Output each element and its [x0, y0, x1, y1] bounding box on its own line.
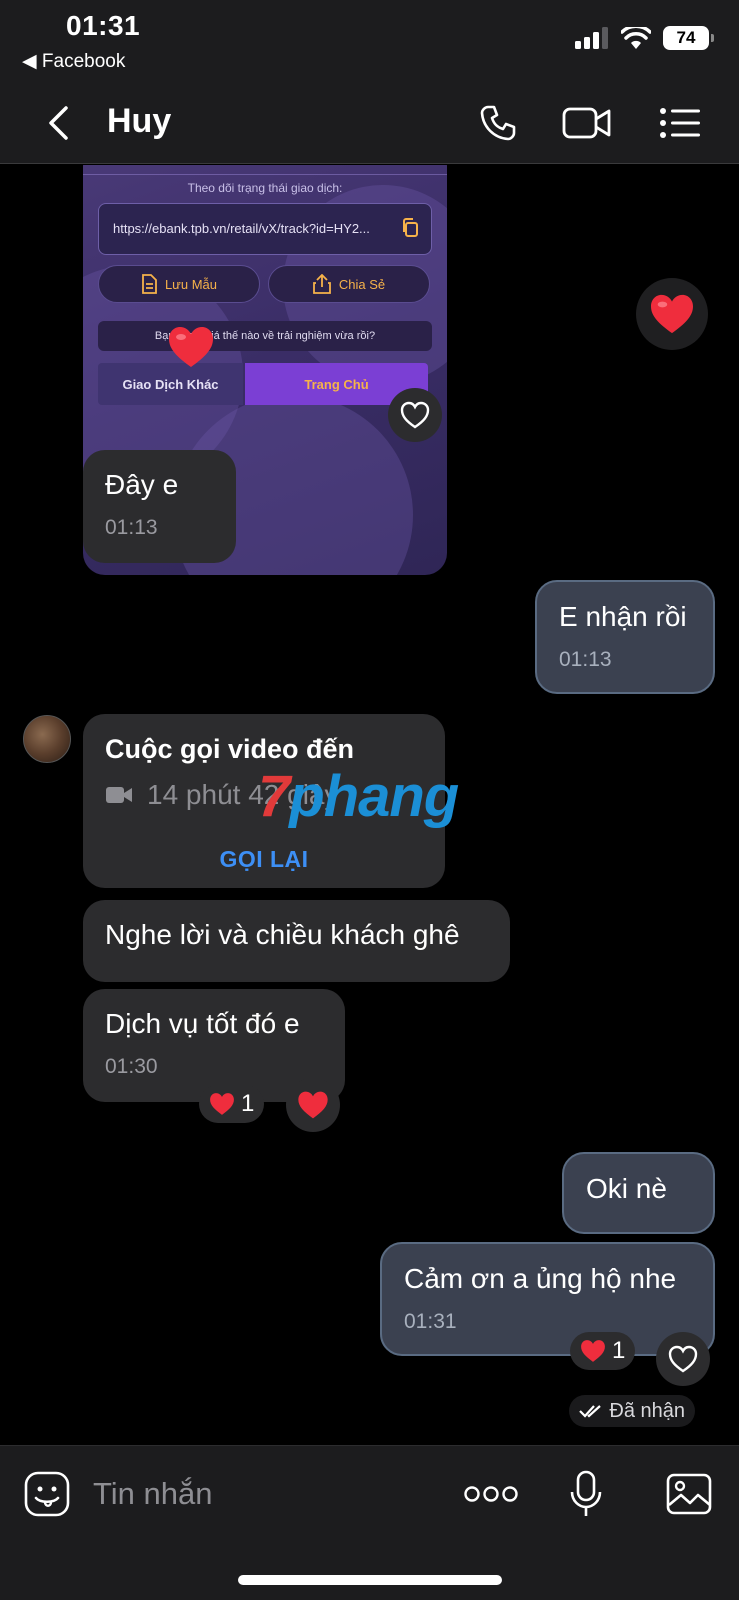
share-button: Chia Sẻ — [268, 265, 430, 303]
message-text: Nghe lời và chiều khách ghê — [105, 919, 460, 950]
watermark-logo: 7phang — [258, 763, 459, 830]
double-check-icon — [579, 1405, 602, 1418]
message-time: 01:13 — [559, 648, 612, 671]
message-text: Oki nè — [586, 1173, 667, 1204]
status-bar: 01:31 ◀ Facebook 74 — [0, 0, 739, 84]
reaction-count: 1 — [241, 1090, 255, 1117]
message-input[interactable]: Tin nhắn — [93, 1476, 213, 1512]
outgoing-message[interactable]: Oki nè — [562, 1152, 715, 1234]
message-text: Đây e — [105, 469, 179, 500]
heart-icon — [210, 1093, 234, 1115]
document-icon — [142, 274, 157, 294]
message-text: Dịch vụ tốt đó e — [105, 1008, 300, 1039]
menu-list-icon[interactable] — [659, 100, 701, 146]
heart-icon — [651, 294, 693, 334]
video-camera-icon — [106, 787, 132, 803]
message-time: 01:31 — [404, 1310, 457, 1333]
other-transaction-button: Giao Dịch Khác — [98, 363, 243, 405]
heart-icon — [298, 1091, 328, 1119]
home-indicator[interactable] — [238, 1575, 502, 1585]
video-camera-icon[interactable] — [561, 100, 613, 146]
heart-outline-icon — [400, 401, 430, 429]
feedback-prompt: Bạn đánh giá thế nào về trải nghiệm vừa … — [98, 321, 432, 351]
microphone-icon[interactable] — [568, 1468, 604, 1520]
message-text: Cảm ơn a ủng hộ nhe — [404, 1263, 677, 1294]
back-chevron-icon[interactable] — [40, 100, 76, 146]
status-icons: 74 — [575, 26, 714, 50]
share-label: Chia Sẻ — [338, 276, 386, 292]
incoming-message[interactable]: Đây e 01:13 — [83, 450, 236, 563]
watermark-part2: phang — [289, 764, 459, 829]
call-back-button[interactable]: GỌI LẠI — [105, 842, 423, 876]
track-url-field: https://ebank.tpb.vn/retail/vX/track?id=… — [98, 203, 432, 255]
heart-icon — [581, 1340, 605, 1362]
track-status-label: Theo dõi trạng thái giao dịch: — [187, 181, 343, 195]
message-time: 01:13 — [105, 516, 158, 539]
phone-icon[interactable] — [476, 100, 520, 146]
battery-indicator: 74 — [663, 26, 714, 50]
share-icon — [312, 274, 331, 294]
add-reaction-button[interactable] — [388, 388, 442, 442]
message-time: 01:30 — [105, 1055, 158, 1078]
heart-reaction-bubble[interactable] — [636, 278, 708, 350]
call-title: Cuộc gọi video đến — [105, 734, 355, 764]
watermark-part1: 7 — [258, 764, 290, 829]
incoming-message[interactable]: Nghe lời và chiều khách ghê — [83, 900, 510, 982]
copy-icon — [401, 218, 419, 241]
back-to-facebook-link[interactable]: ◀ Facebook — [22, 50, 125, 73]
status-time: 01:31 — [66, 10, 141, 41]
chat-header: Huy — [0, 84, 739, 164]
message-list[interactable]: Theo dõi trạng thái giao dịch: https://e… — [0, 165, 739, 1445]
read-status: Đã nhận — [569, 1395, 695, 1427]
contact-name[interactable]: Huy — [107, 102, 171, 141]
more-dots-icon[interactable] — [463, 1468, 519, 1520]
add-reaction-button[interactable] — [656, 1332, 710, 1386]
reaction-count-badge[interactable]: 1 — [570, 1332, 636, 1370]
save-template-button: Lưu Mẫu — [98, 265, 260, 303]
reaction-count-badge[interactable]: 1 — [199, 1085, 265, 1123]
heart-reaction-button[interactable] — [286, 1078, 340, 1132]
read-status-label: Đã nhận — [609, 1399, 685, 1422]
wifi-icon — [621, 27, 651, 49]
reaction-count: 1 — [612, 1337, 626, 1364]
save-template-label: Lưu Mẫu — [164, 276, 218, 292]
message-composer: Tin nhắn — [0, 1445, 739, 1600]
sticker-icon[interactable] — [23, 1468, 71, 1520]
message-text: E nhận rồi — [559, 601, 687, 632]
gallery-icon[interactable] — [665, 1468, 713, 1520]
heart-outline-icon — [668, 1345, 698, 1373]
avatar[interactable] — [23, 715, 71, 763]
heart-reaction-icon — [169, 327, 213, 367]
track-url-text: https://ebank.tpb.vn/retail/vX/track?id=… — [113, 221, 370, 236]
signal-icon — [575, 27, 608, 49]
outgoing-message[interactable]: E nhận rồi 01:13 — [535, 580, 715, 694]
